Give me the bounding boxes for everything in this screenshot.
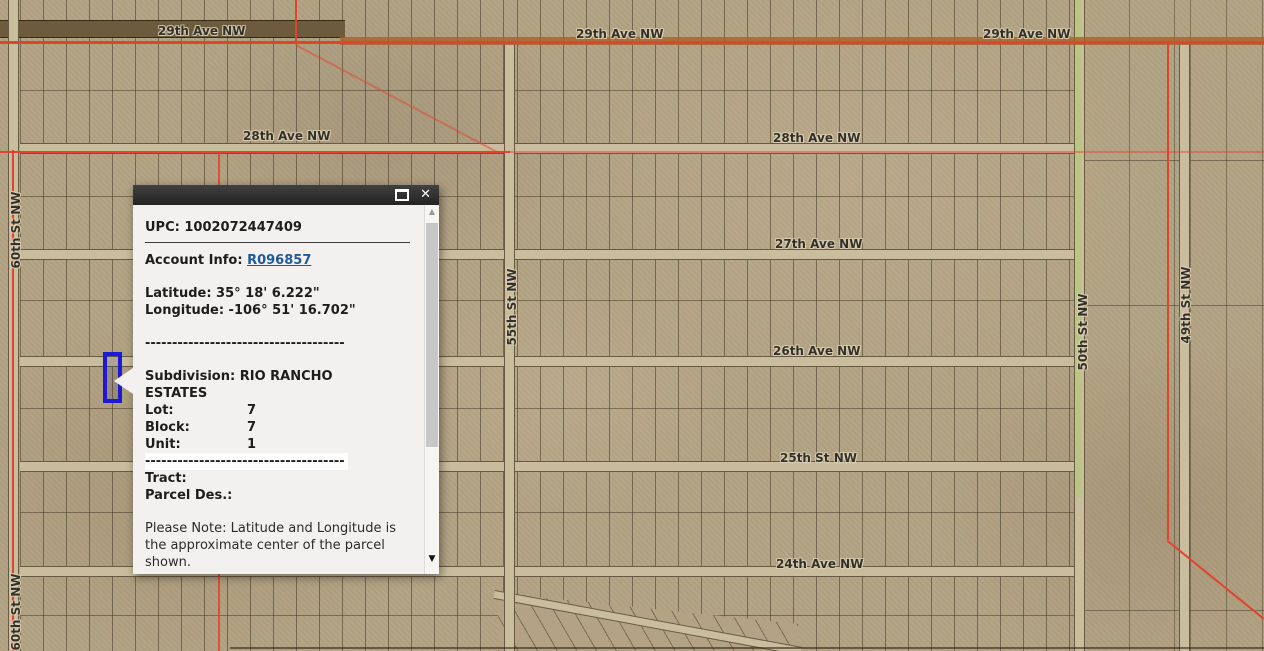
street-label: 28th Ave NW (243, 129, 330, 143)
street-label: 29th Ave NW (158, 24, 245, 38)
street-label: 28th Ave NW (773, 131, 860, 145)
block-row: Block: 7 (145, 419, 417, 436)
street-label: 55th St NW (505, 267, 519, 347)
subdivision-value: Subdivision: RIO RANCHO ESTATES (145, 368, 397, 402)
longitude-value: Longitude: -106° 51' 16.702" (145, 302, 417, 319)
street-label: 50th St NW (1076, 292, 1090, 372)
map-viewport[interactable]: 29th Ave NW 29th Ave NW 29th Ave NW 28th Av… (0, 0, 1264, 651)
block-boundary-line (1084, 305, 1264, 306)
close-icon[interactable]: ✕ (420, 187, 431, 202)
scroll-up-icon[interactable]: ▲ (425, 207, 439, 216)
latitude-value: Latitude: 35° 18' 6.222" (145, 285, 417, 302)
unit-label: Unit: (145, 436, 247, 453)
lot-label: Lot: (145, 402, 247, 419)
maximize-icon[interactable] (395, 189, 409, 201)
account-info-row: Account Info: R096857 (145, 252, 417, 269)
section-line-red (0, 41, 1264, 44)
block-boundary-line (20, 90, 1075, 91)
street-label: 27th Ave NW (775, 237, 862, 251)
popup-pointer (114, 368, 133, 394)
block-label: Block: (145, 419, 247, 436)
parcel-grid (517, 0, 1075, 651)
block-boundary-line (1084, 610, 1264, 611)
street-label: 49th St NW (1179, 265, 1193, 345)
parcel-grid (1084, 0, 1180, 651)
parcel-info-popup: ✕ UPC: 1002072447409 Account Info: R0968… (133, 185, 439, 574)
section-line-red (0, 151, 510, 153)
street-label: 29th Ave NW (576, 27, 663, 41)
tract-label: Tract: (145, 470, 417, 487)
street-label: 25th St NW (780, 451, 857, 465)
block-value: 7 (247, 419, 256, 436)
section-line-red (510, 151, 1264, 153)
separator-dashes: ------------------------------------- (145, 453, 417, 470)
lot-row: Lot: 7 (145, 402, 417, 419)
block-boundary-line (1084, 160, 1264, 161)
scrollbar-thumb[interactable] (426, 223, 438, 447)
popup-title-bar[interactable]: ✕ (133, 185, 439, 205)
popup-note: Please Note: Latitude and Longitude is t… (145, 520, 417, 571)
section-line-red (295, 0, 297, 42)
street-label: 26th Ave NW (773, 344, 860, 358)
street-label: 24th Ave NW (776, 557, 863, 571)
unit-value: 1 (247, 436, 256, 453)
road-edge-bottom (230, 647, 1264, 649)
coordinates: Latitude: 35° 18' 6.222" Longitude: -106… (145, 285, 417, 319)
divider (145, 242, 410, 243)
section-line-red (1167, 42, 1169, 540)
scroll-down-icon[interactable]: ▼ (425, 554, 439, 564)
street-label: 60th St NW (9, 190, 23, 270)
parcel-des-label: Parcel Des.: (145, 487, 417, 504)
separator-dashes: ------------------------------------- (145, 335, 417, 352)
street-label: 29th Ave NW (983, 27, 1070, 41)
lot-value: 7 (247, 402, 256, 419)
popup-scrollbar[interactable]: ▲ ▼ (424, 205, 439, 574)
app-window: 29th Ave NW 29th Ave NW 29th Ave NW 28th Av… (0, 0, 1264, 651)
account-link[interactable]: R096857 (247, 253, 311, 268)
parcel-grid (1190, 0, 1264, 651)
popup-body: UPC: 1002072447409 Account Info: R096857… (133, 205, 425, 574)
account-info-label: Account Info: (145, 253, 243, 268)
unit-row: Unit: 1 (145, 436, 417, 453)
street-label: 60th St NW (9, 572, 23, 651)
street-line-green (1076, 0, 1081, 497)
upc-value: UPC: 1002072447409 (145, 219, 417, 236)
